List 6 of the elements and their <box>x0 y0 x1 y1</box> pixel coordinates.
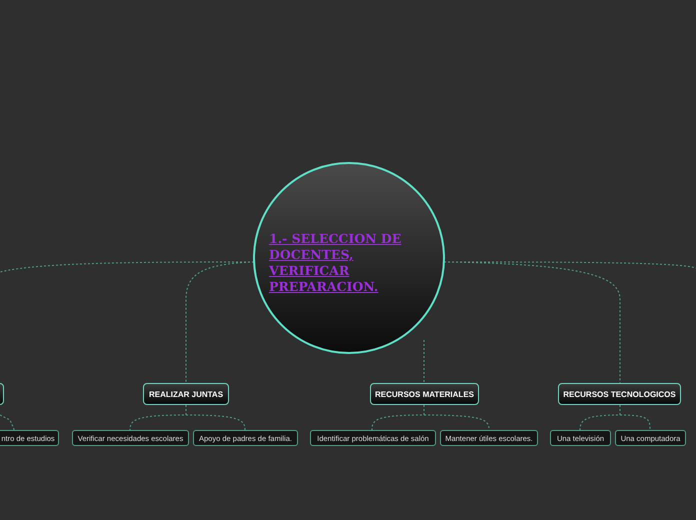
connector-line <box>0 414 14 430</box>
topic-node[interactable]: RECURSOS TECNOLOGICOS <box>558 383 681 405</box>
connector-line <box>580 404 650 430</box>
topic-node[interactable]: REALIZAR JUNTAS <box>143 383 229 405</box>
topic-node[interactable]: RECURSOS MATERIALES <box>370 383 479 405</box>
central-topic-title: 1.- SELECCION DE DOCENTES, VERIFICAR PREPARACION. <box>269 231 402 295</box>
